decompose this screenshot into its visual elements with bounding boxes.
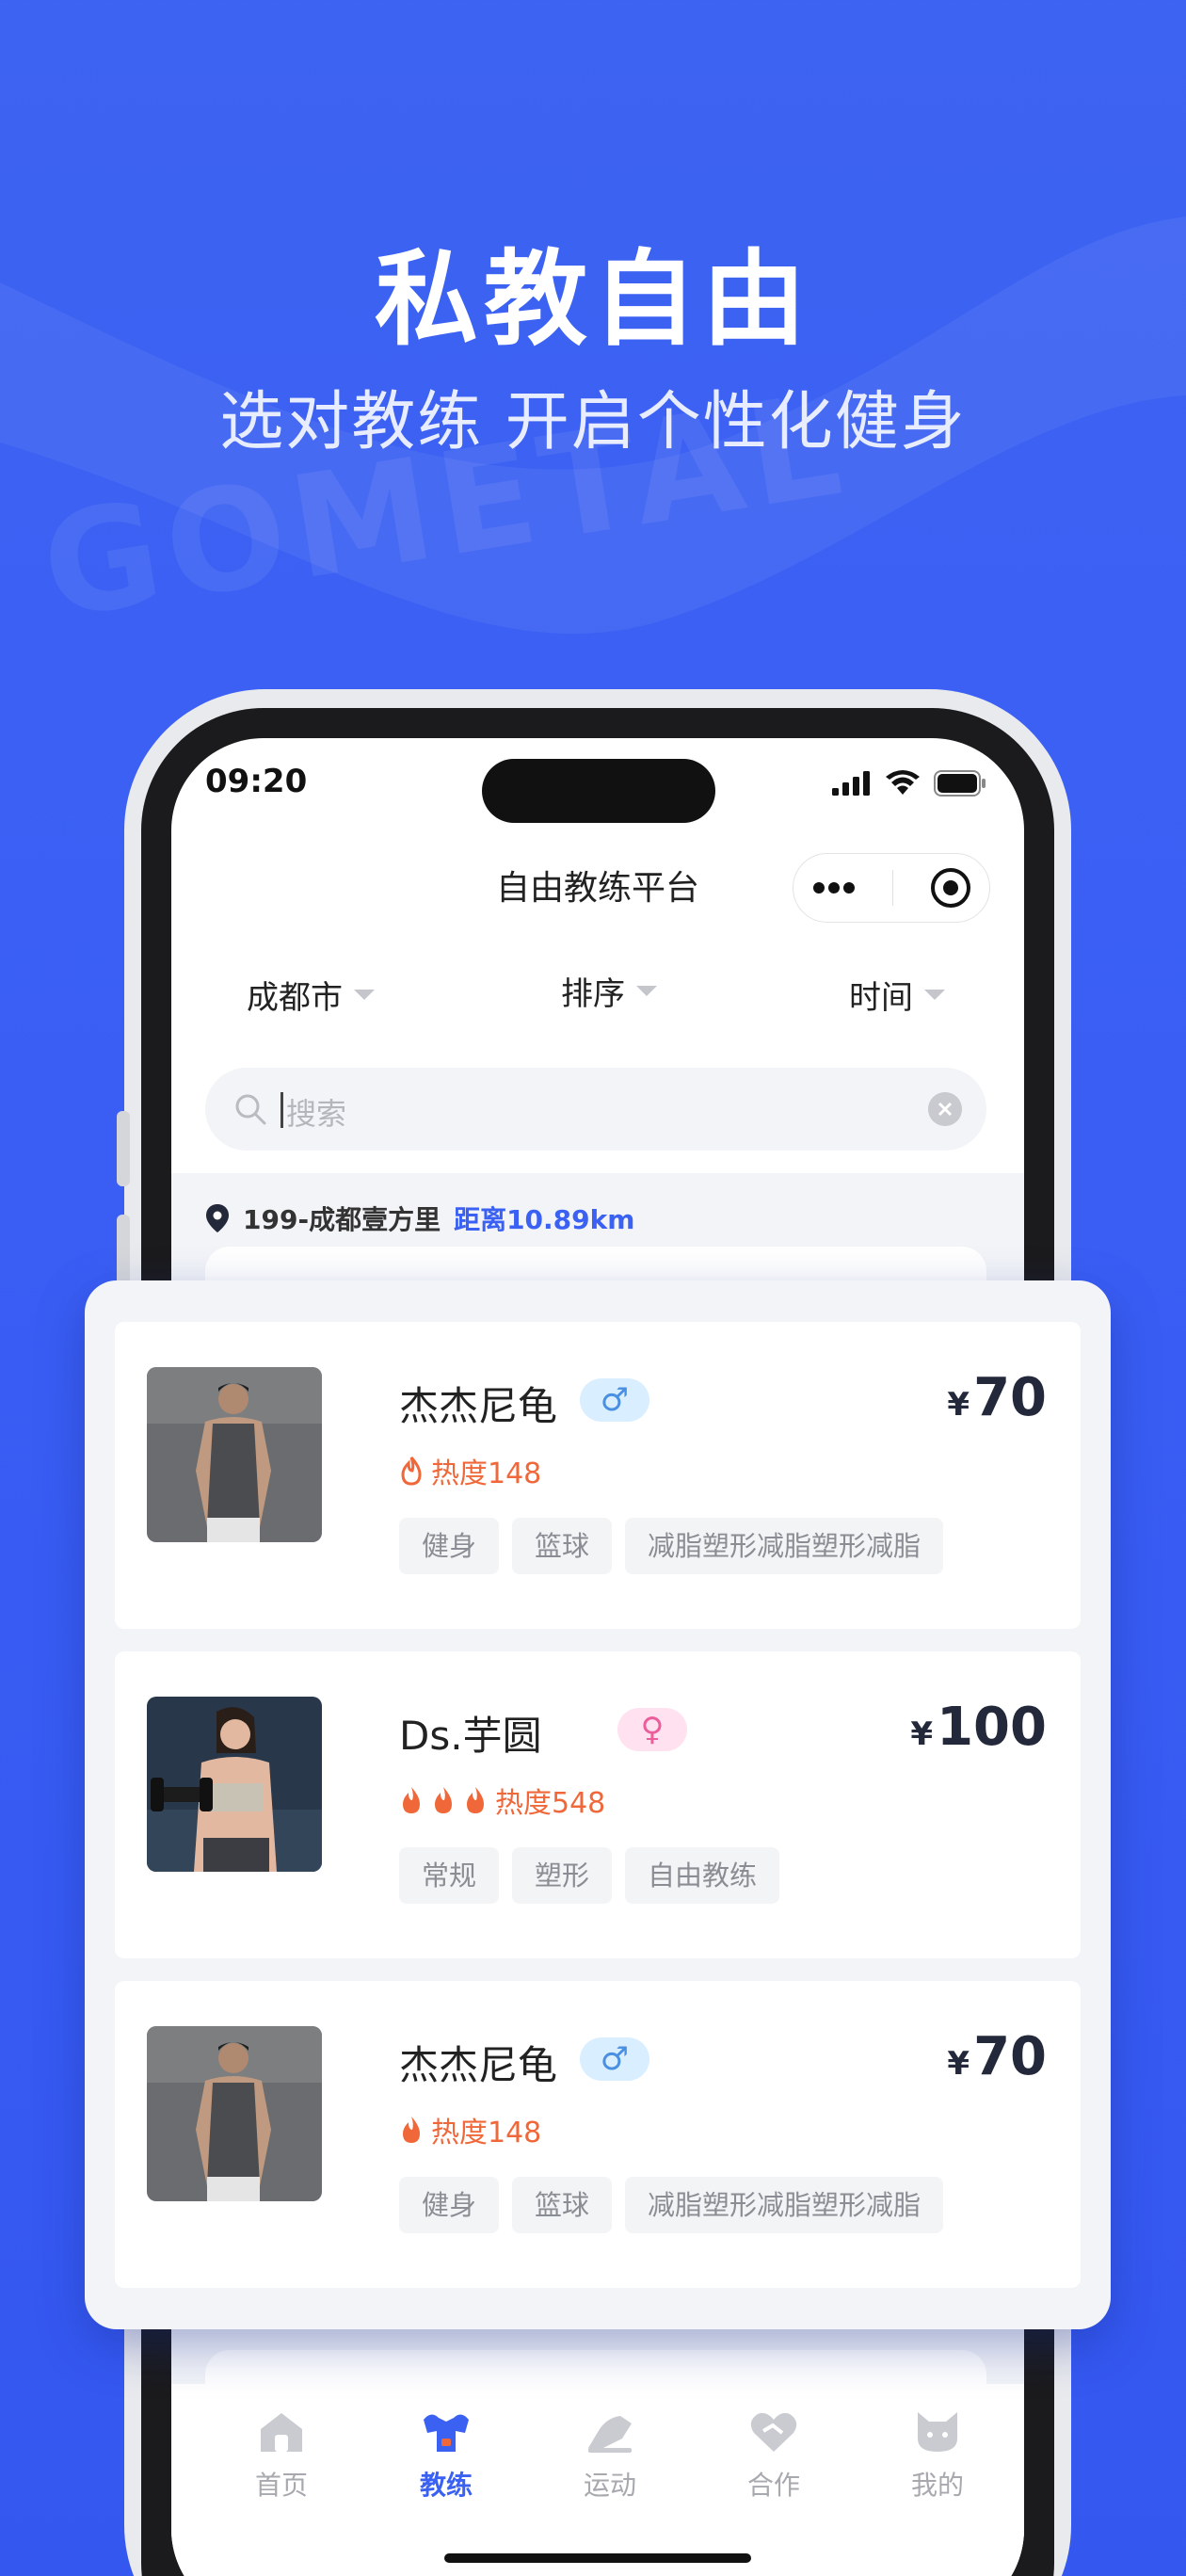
gender-male-badge: ♂ bbox=[580, 2037, 649, 2081]
coach-tag: 减脂塑形减脂塑形减脂 bbox=[625, 2177, 944, 2233]
coach-tag: 塑形 bbox=[512, 1847, 613, 1904]
coach-price: ¥70 bbox=[947, 1367, 1047, 1428]
tab-sport-label: 运动 bbox=[583, 2470, 636, 2501]
coach-tag: 常规 bbox=[399, 1847, 500, 1904]
wifi-icon bbox=[886, 770, 920, 795]
coach-price-value: 100 bbox=[937, 1697, 1047, 1758]
coach-price: ¥70 bbox=[947, 2026, 1047, 2087]
currency-symbol: ¥ bbox=[947, 2045, 970, 2083]
coach-tag: 篮球 bbox=[512, 2177, 613, 2233]
hero-subtitle: 选对教练 开启个性化健身 bbox=[219, 385, 967, 459]
location-name: 199-成都壹方里 bbox=[243, 1204, 441, 1235]
gender-male-badge: ♂ bbox=[580, 1378, 649, 1422]
coach-heat: 热度148 bbox=[399, 2109, 541, 2150]
tab-cooperation[interactable]: 合作 bbox=[717, 2410, 830, 2503]
coach-card[interactable]: 杰杰尼龟 ♂ 热度148 健身 篮球 减脂塑形减脂塑形减脂 ¥70 bbox=[115, 1981, 1081, 2288]
status-icons bbox=[832, 770, 986, 797]
home-icon bbox=[261, 2413, 302, 2452]
coach-card[interactable]: Ds.芋圆 ♀ 热度548 常规 塑形 自由教练 ¥100 bbox=[115, 1651, 1081, 1958]
gender-female-badge: ♀ bbox=[617, 1708, 687, 1751]
coach-tag: 健身 bbox=[399, 2177, 500, 2233]
dropdown-arrow-icon bbox=[354, 990, 375, 1000]
coach-tags: 健身 篮球 减脂塑形减脂塑形减脂 bbox=[399, 1518, 944, 1574]
female-icon: ♀ bbox=[640, 1711, 665, 1748]
coach-name: 杰杰尼龟 bbox=[399, 2042, 558, 2088]
search-placeholder: 搜索 bbox=[286, 1096, 347, 1132]
profile-icon bbox=[918, 2412, 957, 2452]
capsule-divider bbox=[891, 870, 893, 906]
more-icon[interactable] bbox=[812, 881, 856, 894]
tab-home-label: 首页 bbox=[254, 2470, 308, 2501]
tab-profile[interactable]: 我的 bbox=[881, 2410, 994, 2503]
phone-side-button bbox=[117, 1111, 130, 1186]
currency-symbol: ¥ bbox=[947, 1386, 970, 1424]
coach-heat-label: 热度148 bbox=[431, 2117, 542, 2149]
coach-tag: 篮球 bbox=[512, 1518, 613, 1574]
coach-heat: 热度548 bbox=[399, 1779, 605, 1821]
location-pin-icon bbox=[206, 1204, 229, 1232]
dynamic-island bbox=[482, 759, 715, 823]
flame-icon bbox=[403, 1787, 420, 1813]
tab-sport[interactable]: 运动 bbox=[553, 2410, 666, 2503]
male-icon: ♂ bbox=[600, 1381, 630, 1419]
currency-symbol: ¥ bbox=[910, 1715, 934, 1753]
coach-heat-label: 热度148 bbox=[431, 1457, 542, 1490]
cooperation-icon bbox=[750, 2412, 797, 2452]
filter-sort-label: 排序 bbox=[561, 975, 625, 1013]
coach-price-value: 70 bbox=[973, 1367, 1047, 1428]
tab-home[interactable]: 首页 bbox=[225, 2410, 338, 2503]
close-miniprogram-icon[interactable] bbox=[930, 867, 971, 909]
sport-icon bbox=[588, 2416, 632, 2453]
tab-coach[interactable]: 教练 bbox=[390, 2410, 503, 2503]
coach-price: ¥100 bbox=[910, 1697, 1047, 1758]
coach-icon bbox=[424, 2414, 469, 2452]
location-distance: 距离10.89km bbox=[454, 1204, 635, 1235]
male-icon: ♂ bbox=[600, 2040, 630, 2078]
flame-icon bbox=[403, 2117, 420, 2143]
search-icon bbox=[235, 1094, 266, 1125]
tab-bar: 首页 教练 运动 合作 我的 bbox=[171, 2384, 1024, 2576]
coach-tag: 健身 bbox=[399, 1518, 500, 1574]
hero-title: 私教自由 bbox=[375, 239, 811, 360]
coach-tags: 健身 篮球 减脂塑形减脂塑形减脂 bbox=[399, 2177, 944, 2233]
filter-bar: 成都市 排序 时间 bbox=[171, 962, 1024, 1019]
coach-tag: 自由教练 bbox=[625, 1847, 780, 1904]
search-input[interactable]: 搜索 bbox=[205, 1068, 986, 1151]
battery-icon bbox=[934, 770, 986, 797]
mini-program-capsule bbox=[793, 853, 990, 923]
filter-sort[interactable]: 排序 bbox=[561, 968, 657, 1014]
coach-price-value: 70 bbox=[973, 2026, 1047, 2087]
filter-city-label: 成都市 bbox=[247, 979, 343, 1017]
coach-tag: 减脂塑形减脂塑形减脂 bbox=[625, 1518, 944, 1574]
filter-time-label: 时间 bbox=[849, 979, 913, 1017]
tab-cooperation-label: 合作 bbox=[746, 2470, 800, 2501]
coach-name: Ds.芋圆 bbox=[399, 1713, 542, 1759]
filter-time[interactable]: 时间 bbox=[849, 972, 945, 1018]
tab-profile-label: 我的 bbox=[910, 2470, 964, 2501]
coach-tags: 常规 塑形 自由教练 bbox=[399, 1847, 780, 1904]
filter-city[interactable]: 成都市 bbox=[247, 972, 375, 1018]
coach-list-panel: 杰杰尼龟 ♂ 热度148 健身 篮球 减脂塑形减脂塑形减脂 ¥70 Ds.芋圆 … bbox=[85, 1280, 1111, 2329]
clear-icon[interactable] bbox=[928, 1092, 962, 1126]
dropdown-arrow-icon bbox=[636, 986, 657, 996]
dropdown-arrow-icon bbox=[924, 990, 945, 1000]
text-caret bbox=[280, 1092, 283, 1128]
coach-card[interactable]: 杰杰尼龟 ♂ 热度148 健身 篮球 减脂塑形减脂塑形减脂 ¥70 bbox=[115, 1322, 1081, 1629]
status-time: 09:20 bbox=[205, 763, 308, 800]
signal-icon bbox=[832, 771, 870, 796]
coach-avatar bbox=[147, 1697, 322, 1872]
coach-avatar bbox=[147, 1367, 322, 1542]
flame-icon bbox=[401, 1456, 422, 1486]
coach-heat: 热度148 bbox=[399, 1450, 541, 1491]
flame-icon bbox=[435, 1787, 452, 1813]
tab-coach-label: 教练 bbox=[419, 2470, 473, 2501]
coach-avatar bbox=[147, 2026, 322, 2201]
flame-icon bbox=[467, 1787, 484, 1813]
location-row[interactable]: 199-成都壹方里 距离10.89km bbox=[205, 1199, 634, 1237]
home-indicator bbox=[444, 2553, 751, 2563]
coach-heat-label: 热度548 bbox=[495, 1787, 606, 1820]
coach-name: 杰杰尼龟 bbox=[399, 1383, 558, 1429]
